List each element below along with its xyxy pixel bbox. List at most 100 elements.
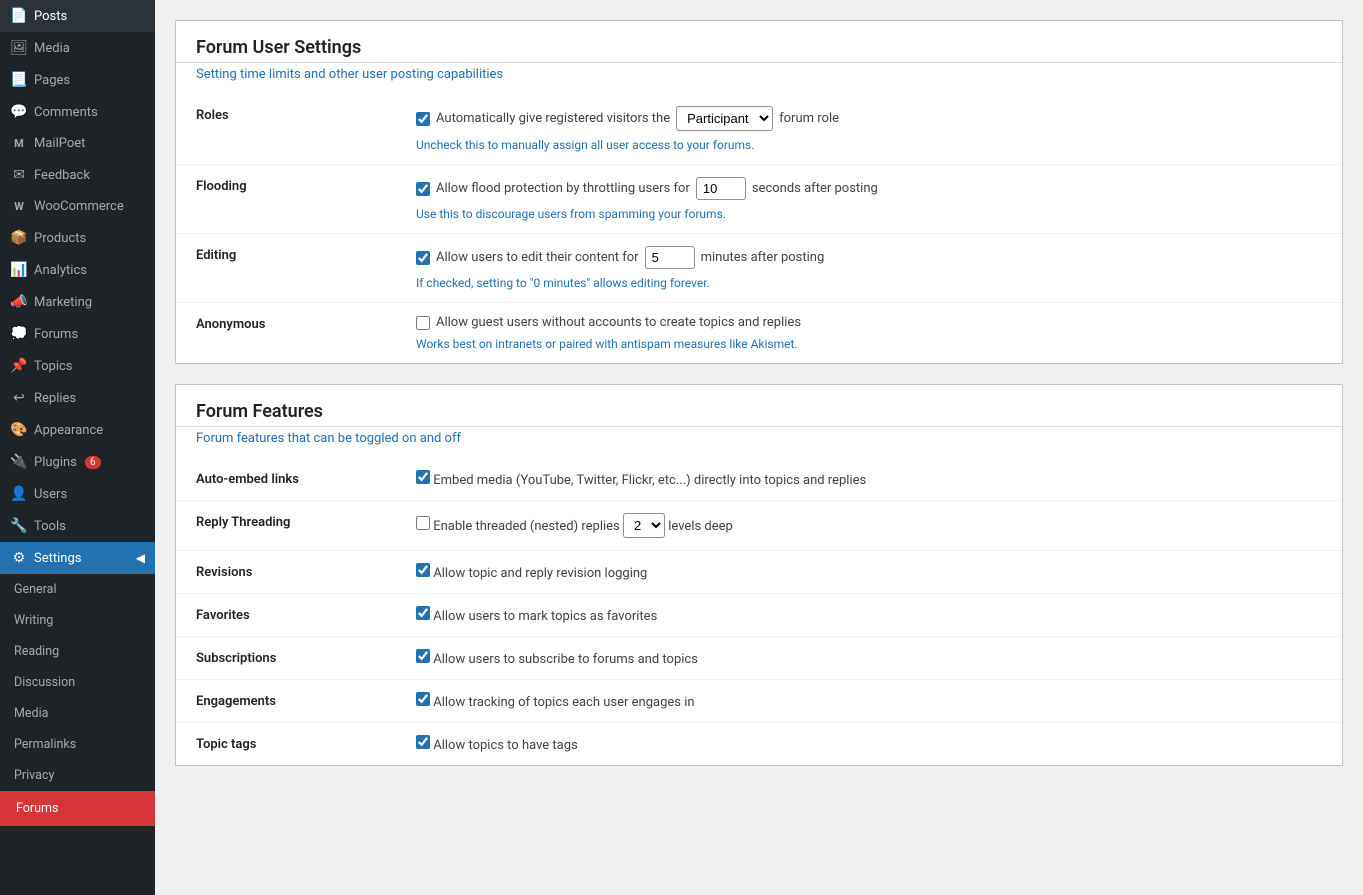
user-settings-section: Forum User Settings Setting time limits … xyxy=(175,20,1343,364)
media-icon: 🖼 xyxy=(10,40,28,56)
anonymous-setting: Allow guest users without accounts to cr… xyxy=(396,303,1342,364)
reply-threading-dropdown[interactable]: 2345 xyxy=(623,513,665,538)
sidebar-item-plugins[interactable]: 🔌 Plugins 6 xyxy=(0,446,155,478)
sidebar-item-marketing[interactable]: 📣 Marketing xyxy=(0,286,155,318)
anonymous-hint: Works best on intranets or paired with a… xyxy=(416,337,1322,351)
reply-threading-row: Reply Threading Enable threaded (nested)… xyxy=(176,501,1342,551)
sidebar-sub-privacy[interactable]: Privacy xyxy=(0,760,155,791)
editing-text1: Allow users to edit their content for xyxy=(436,250,639,265)
auto-embed-row: Auto-embed links Embed media (YouTube, T… xyxy=(176,458,1342,501)
page-title: Forum User Settings xyxy=(176,21,1342,63)
roles-checkbox[interactable] xyxy=(416,112,430,126)
editing-setting: Allow users to edit their content for mi… xyxy=(396,234,1342,303)
sidebar-item-tools[interactable]: 🔧 Tools xyxy=(0,510,155,542)
sidebar: 📄 Posts 🖼 Media 📃 Pages 💬 Comments M Mai… xyxy=(0,0,155,895)
subscriptions-label: Subscriptions xyxy=(176,637,396,680)
flooding-checkbox[interactable] xyxy=(416,182,430,196)
auto-embed-setting: Embed media (YouTube, Twitter, Flickr, e… xyxy=(396,458,1342,501)
anonymous-text1: Allow guest users without accounts to cr… xyxy=(436,315,801,330)
replies-icon: ↩ xyxy=(10,390,28,406)
favorites-text: Allow users to mark topics as favorites xyxy=(433,609,657,624)
auto-embed-checkbox[interactable] xyxy=(416,470,430,484)
sidebar-item-replies[interactable]: ↩ Replies xyxy=(0,382,155,414)
sidebar-item-woocommerce[interactable]: W WooCommerce xyxy=(0,191,155,222)
anonymous-checkbox[interactable] xyxy=(416,316,430,330)
revisions-text: Allow topic and reply revision logging xyxy=(433,566,647,581)
comments-icon: 💬 xyxy=(10,104,28,120)
auto-embed-label: Auto-embed links xyxy=(176,458,396,501)
reply-threading-text2: levels deep xyxy=(668,519,733,534)
sidebar-item-posts[interactable]: 📄 Posts xyxy=(0,0,155,32)
sidebar-item-comments[interactable]: 💬 Comments xyxy=(0,96,155,128)
revisions-setting: Allow topic and reply revision logging xyxy=(396,551,1342,594)
favorites-label: Favorites xyxy=(176,594,396,637)
roles-row: Roles Automatically give registered visi… xyxy=(176,94,1342,165)
subscriptions-text: Allow users to subscribe to forums and t… xyxy=(433,652,698,667)
topic-tags-checkbox[interactable] xyxy=(416,735,430,749)
user-settings-table: Roles Automatically give registered visi… xyxy=(176,94,1342,363)
engagements-checkbox[interactable] xyxy=(416,692,430,706)
topic-tags-text: Allow topics to have tags xyxy=(433,738,578,753)
sidebar-item-forums[interactable]: 💭 Forums xyxy=(0,318,155,350)
sidebar-sub-permalinks[interactable]: Permalinks xyxy=(0,729,155,760)
products-icon: 📦 xyxy=(10,230,28,246)
sidebar-item-settings[interactable]: ⚙ Settings ◀ xyxy=(0,542,155,574)
flooding-input[interactable] xyxy=(696,177,746,200)
features-subtitle: Forum features that can be toggled on an… xyxy=(176,427,1342,458)
sidebar-sub-reading[interactable]: Reading xyxy=(0,636,155,667)
sidebar-sub-media[interactable]: Media xyxy=(0,698,155,729)
favorites-setting: Allow users to mark topics as favorites xyxy=(396,594,1342,637)
favorites-checkbox[interactable] xyxy=(416,606,430,620)
users-icon: 👤 xyxy=(10,486,28,502)
posts-icon: 📄 xyxy=(10,8,28,24)
woocommerce-icon: W xyxy=(10,200,28,213)
engagements-setting: Allow tracking of topics each user engag… xyxy=(396,680,1342,723)
editing-checkbox[interactable] xyxy=(416,251,430,265)
subscriptions-checkbox[interactable] xyxy=(416,649,430,663)
sidebar-item-media[interactable]: 🖼 Media xyxy=(0,32,155,64)
sidebar-item-analytics[interactable]: 📊 Analytics xyxy=(0,254,155,286)
editing-input[interactable] xyxy=(645,246,695,269)
topic-tags-setting: Allow topics to have tags xyxy=(396,723,1342,766)
sidebar-item-mailpoet[interactable]: M MailPoet xyxy=(0,128,155,159)
reply-threading-checkbox[interactable] xyxy=(416,516,430,530)
features-title: Forum Features xyxy=(176,385,1342,427)
settings-icon: ⚙ xyxy=(10,550,28,566)
marketing-icon: 📣 xyxy=(10,294,28,310)
subscriptions-row: Subscriptions Allow users to subscribe t… xyxy=(176,637,1342,680)
sidebar-sub-forums[interactable]: Forums xyxy=(0,791,155,826)
topics-icon: 📌 xyxy=(10,358,28,374)
roles-dropdown[interactable]: Participant Moderator Keymaster xyxy=(676,106,773,131)
features-table: Auto-embed links Embed media (YouTube, T… xyxy=(176,458,1342,765)
sidebar-item-products[interactable]: 📦 Products xyxy=(0,222,155,254)
sidebar-sub-discussion[interactable]: Discussion xyxy=(0,667,155,698)
sidebar-sub-general[interactable]: General xyxy=(0,574,155,605)
revisions-checkbox[interactable] xyxy=(416,563,430,577)
sidebar-item-topics[interactable]: 📌 Topics xyxy=(0,350,155,382)
flooding-hint: Use this to discourage users from spammi… xyxy=(416,207,1322,221)
sidebar-item-feedback[interactable]: ✉ Feedback xyxy=(0,159,155,191)
sidebar-item-appearance[interactable]: 🎨 Appearance xyxy=(0,414,155,446)
reply-threading-setting: Enable threaded (nested) replies 2345 le… xyxy=(396,501,1342,551)
appearance-icon: 🎨 xyxy=(10,422,28,438)
flooding-text1: Allow flood protection by throttling use… xyxy=(436,181,690,196)
flooding-setting: Allow flood protection by throttling use… xyxy=(396,165,1342,234)
sidebar-item-pages[interactable]: 📃 Pages xyxy=(0,64,155,96)
sidebar-item-users[interactable]: 👤 Users xyxy=(0,478,155,510)
flooding-row: Flooding Allow flood protection by throt… xyxy=(176,165,1342,234)
main-content: Forum User Settings Setting time limits … xyxy=(155,0,1363,895)
revisions-label: Revisions xyxy=(176,551,396,594)
auto-embed-text: Embed media (YouTube, Twitter, Flickr, e… xyxy=(433,473,866,488)
sidebar-sub-writing[interactable]: Writing xyxy=(0,605,155,636)
roles-setting: Automatically give registered visitors t… xyxy=(396,94,1342,165)
flooding-text2: seconds after posting xyxy=(752,181,878,196)
engagements-row: Engagements Allow tracking of topics eac… xyxy=(176,680,1342,723)
page-subtitle: Setting time limits and other user posti… xyxy=(176,63,1342,94)
analytics-icon: 📊 xyxy=(10,262,28,278)
reply-threading-label: Reply Threading xyxy=(176,501,396,551)
plugins-badge: 6 xyxy=(85,456,101,469)
editing-label: Editing xyxy=(176,234,396,303)
topic-tags-label: Topic tags xyxy=(176,723,396,766)
topic-tags-row: Topic tags Allow topics to have tags xyxy=(176,723,1342,766)
engagements-text: Allow tracking of topics each user engag… xyxy=(433,695,694,710)
